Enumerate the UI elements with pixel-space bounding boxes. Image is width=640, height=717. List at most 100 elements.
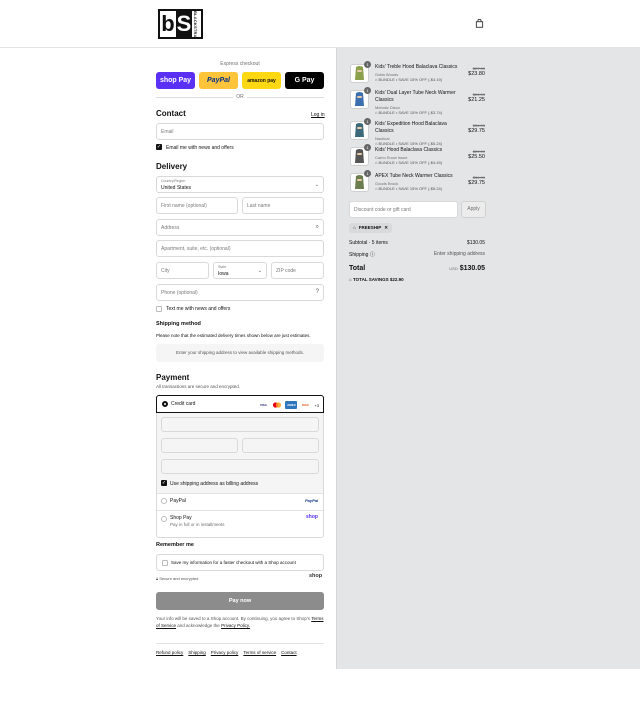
news-checkbox[interactable]: ✓ (156, 144, 162, 150)
shop-logo: shop (309, 573, 323, 579)
item-price: $23.80 (468, 71, 485, 77)
footer-links: Refund policy Shipping Privacy policy Te… (156, 650, 297, 655)
address-placeholder: Address (161, 225, 180, 231)
more-cards-label: +3 (314, 402, 319, 408)
quantity-badge: 1 (364, 87, 371, 94)
google-pay-button[interactable]: G Pay (285, 72, 324, 89)
billing-address-checkbox[interactable]: ✓ (161, 480, 167, 486)
zip-placeholder: ZIP code (276, 268, 296, 274)
paypal-radio[interactable] (161, 498, 167, 504)
logo-letter-b: b (161, 11, 175, 36)
quantity-badge: 1 (364, 61, 371, 68)
secure-note: 🔒︎ Secure and encrypted (156, 576, 198, 581)
login-link[interactable]: Log in (311, 112, 325, 118)
last-name-field[interactable]: Last name (242, 197, 324, 214)
remember-me-heading: Remember me (156, 542, 194, 548)
shipping-method-heading: Shipping method (156, 321, 201, 327)
shop-pay-option-label[interactable]: Shop Pay (170, 515, 192, 521)
privacy-link[interactable]: Privacy Policy. (221, 623, 250, 628)
amazon-pay-button[interactable]: amazon pay (242, 72, 281, 89)
legal-text-1: Your info will be saved to a Shop accoun… (156, 616, 311, 621)
bundle-text: BUNDLE • SAVE 15% OFF (-$3.74) (378, 110, 443, 115)
city-field[interactable]: City (156, 262, 209, 279)
quantity-badge: 1 (364, 144, 371, 151)
pay-now-button[interactable]: Pay now (156, 592, 324, 610)
total-value: $130.05 (459, 265, 485, 272)
header: b S BLACKSTRAP (0, 0, 640, 48)
credit-card-option[interactable]: Credit card VISA AMEX DISC +3 (156, 395, 324, 413)
text-checkbox[interactable] (156, 306, 162, 312)
shipping-note: Please note that the estimated delivery … (156, 333, 311, 338)
discount-code-field[interactable]: Discount code or gift card (349, 201, 458, 218)
bundle-text: BUNDLE • SAVE 15% OFF (-$5.24) (378, 141, 443, 146)
paypal-button[interactable]: PayPal (199, 72, 238, 89)
card-brands: VISA AMEX DISC +3 (257, 401, 319, 409)
city-placeholder: City (161, 268, 170, 274)
contact-link[interactable]: Contact (281, 650, 297, 655)
card-number-field[interactable] (161, 417, 319, 432)
savings-label: TOTAL SAVINGS (352, 277, 389, 282)
info-icon[interactable]: ⓘ (370, 252, 375, 258)
tag-icon: ⌂ (353, 225, 356, 230)
country-select[interactable]: Country/Region United States ⌄ (156, 176, 324, 193)
item-price: $29.75 (468, 128, 485, 134)
shopping-bag-icon[interactable] (475, 19, 484, 28)
zip-field[interactable]: ZIP code (271, 262, 324, 279)
bundle-text: BUNDLE • SAVE 15% OFF (-$5.24) (378, 186, 443, 191)
shipping-value: Enter shipping address (433, 251, 485, 257)
apartment-field[interactable]: Apartment, suite, etc. (optional) (156, 240, 324, 257)
state-label: State (218, 265, 227, 269)
express-checkout-buttons: shop Pay PayPal amazon pay G Pay (156, 72, 324, 89)
billing-address-label: Use shipping address as billing address (170, 481, 259, 487)
news-checkbox-label: Email me with news and offers (166, 145, 234, 151)
country-value: United States (161, 185, 192, 191)
mastercard-icon (271, 401, 283, 409)
credit-card-radio[interactable] (162, 401, 168, 407)
shipping-link[interactable]: Shipping (188, 650, 206, 655)
delivery-heading: Delivery (156, 162, 188, 171)
discover-icon: DISC (301, 403, 310, 407)
store-logo[interactable]: b S BLACKSTRAP (158, 9, 203, 39)
payment-subtitle: All transactions are secure and encrypte… (156, 384, 241, 389)
state-value: Iowa (218, 271, 229, 277)
state-select[interactable]: State Iowa ⌄ (213, 262, 267, 279)
terms-of-service-link[interactable]: Terms of service (243, 650, 276, 655)
email-field[interactable]: Email (156, 123, 324, 140)
chevron-down-icon: ⌄ (257, 268, 262, 274)
shipping-label: Shipping (349, 252, 369, 258)
country-label: Country/Region (161, 179, 186, 183)
address-field[interactable]: Address ⌕ (156, 219, 324, 236)
email-placeholder: Email (161, 129, 174, 135)
refund-policy-link[interactable]: Refund policy (156, 650, 183, 655)
discount-tag-label: FREESHIP (358, 225, 382, 230)
privacy-policy-link[interactable]: Privacy policy (211, 650, 239, 655)
visa-icon: VISA (259, 403, 267, 407)
save-info-option[interactable]: Save my information for a faster checkou… (156, 554, 324, 571)
text-checkbox-label: Text me with news and offers (166, 306, 231, 312)
bundle-discount: ⌂ BUNDLE • SAVE 15% OFF (-$3.74) (375, 110, 442, 115)
shipping-methods-notice: Enter your shipping address to view avai… (156, 344, 324, 362)
bundle-discount: ⌂ BUNDLE • SAVE 15% OFF (-$4.49) (375, 160, 442, 165)
help-icon[interactable]: ? (316, 289, 319, 295)
apartment-placeholder: Apartment, suite, etc. (optional) (161, 246, 231, 252)
total-label: Total (349, 265, 366, 272)
card-expiration-field[interactable] (161, 438, 238, 453)
contact-heading: Contact (156, 109, 186, 118)
phone-field[interactable]: Phone (optional) ? (156, 284, 324, 301)
card-name-field[interactable] (161, 459, 319, 474)
credit-card-label: Credit card (171, 401, 196, 407)
paypal-logo: PayPal (305, 498, 319, 503)
card-security-code-field[interactable] (242, 438, 319, 453)
divider (157, 493, 323, 494)
or-label: OR (233, 94, 247, 100)
first-name-field[interactable]: First name (optional) (156, 197, 238, 214)
save-info-label: Save my information for a faster checkou… (171, 560, 296, 565)
shop-pay-radio[interactable] (161, 516, 167, 522)
apply-discount-button[interactable]: Apply (461, 201, 486, 218)
shop-pay-button[interactable]: shop Pay (156, 72, 195, 89)
paypal-option-label[interactable]: PayPal (170, 498, 186, 504)
amex-icon: AMEX (285, 401, 298, 409)
remove-discount-icon[interactable]: ✕ (384, 223, 388, 233)
secure-label: Secure and encrypted (159, 576, 199, 581)
save-info-checkbox[interactable] (162, 560, 168, 566)
